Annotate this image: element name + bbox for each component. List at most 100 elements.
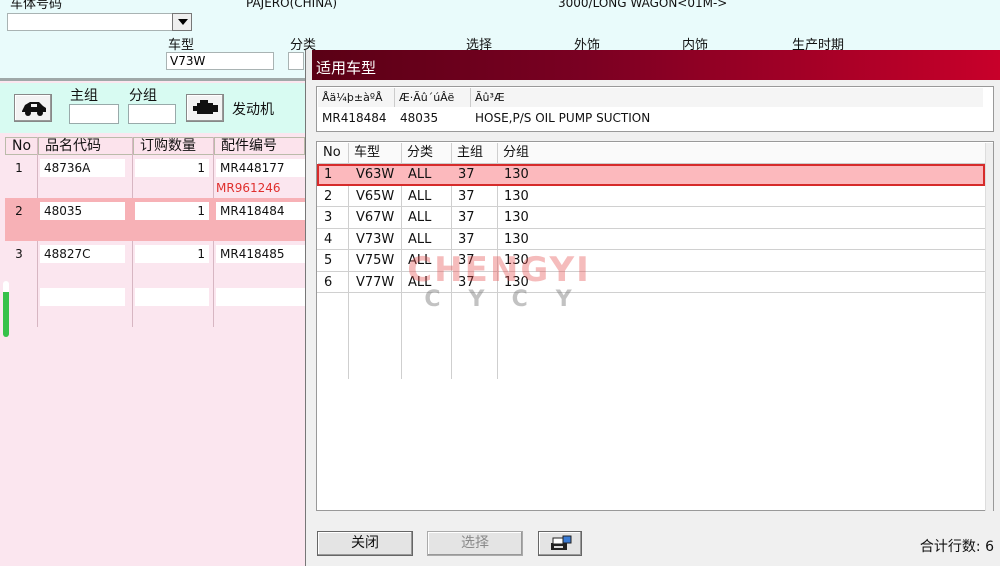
sub-group-cell: 130 <box>504 188 529 204</box>
frame-number-input[interactable] <box>7 13 173 31</box>
main-group-cell: 37 <box>458 274 475 290</box>
category-cell: ALL <box>408 188 432 204</box>
row-number: 4 <box>324 231 333 247</box>
item-code-cell[interactable] <box>40 288 125 306</box>
item-code-value: 48035 <box>400 111 439 125</box>
main-group-cell: 37 <box>458 231 475 247</box>
part-number-cell[interactable]: MR418485 <box>216 245 305 263</box>
part-info-box: Åä¼þ±àºÅ Æ·Ãû´úÂë Ãû³Æ MR418484 48035 HO… <box>316 86 994 132</box>
item-code-cell[interactable]: 48827C <box>40 245 125 263</box>
vehicle-type-input[interactable]: V73W <box>166 52 274 70</box>
col-header-qty: 订购数量 <box>133 137 214 155</box>
category-cell: ALL <box>408 274 432 290</box>
vehicle-type-label: 车型 <box>168 38 195 53</box>
item-code-cell[interactable]: 48736A <box>40 159 125 177</box>
row-count-label: 合计行数: 6 <box>919 539 994 555</box>
dialog-title-bar[interactable]: 适用车型 <box>306 50 1000 80</box>
vehicle-type-cell: V67W <box>356 210 395 225</box>
category-cell: ALL <box>408 167 432 182</box>
part-number-cell[interactable] <box>216 288 305 306</box>
dialog-title: 适用车型 <box>316 59 377 77</box>
col-header-part: 配件编号 <box>214 137 305 155</box>
vehicle-type-cell: V65W <box>356 188 395 204</box>
item-code-cell[interactable]: 48035 <box>40 202 125 220</box>
order-qty-cell[interactable] <box>135 288 209 306</box>
sub-group-cell: 130 <box>504 231 529 247</box>
main-group-cell: 37 <box>458 188 475 204</box>
col-header-vehicle-type: 车型 <box>349 143 402 164</box>
engine-button[interactable] <box>186 94 224 122</box>
sub-group-cell: 130 <box>504 274 529 290</box>
sub-group-cell: 130 <box>504 253 529 268</box>
row-number: 2 <box>15 204 23 218</box>
dialog-body: Åä¼þ±àºÅ Æ·Ãû´úÂë Ãû³Æ MR418484 48035 HO… <box>316 86 994 558</box>
part-number-header: Åä¼þ±àºÅ <box>318 88 395 107</box>
applicable-models-dialog: 适用车型 Åä¼þ±àºÅ Æ·Ãû´úÂë Ãû³Æ MR418484 480… <box>305 50 1000 566</box>
row-number: 3 <box>324 210 333 225</box>
row-number: 3 <box>15 247 23 261</box>
order-qty-cell[interactable]: 1 <box>135 159 209 177</box>
row-number: 5 <box>324 253 333 268</box>
chevron-down-icon <box>178 19 188 25</box>
part-number-value: MR418484 <box>322 111 387 125</box>
main-group-cell: 37 <box>458 210 475 225</box>
vehicle-type-cell: V75W <box>356 253 395 268</box>
order-qty-cell[interactable]: 1 <box>135 202 209 220</box>
alternate-part-number[interactable]: MR961246 <box>216 181 281 195</box>
car-icon <box>22 102 46 116</box>
sub-group-cell: 130 <box>504 210 529 225</box>
part-number-cell[interactable]: MR448177 <box>216 159 305 177</box>
col-header-no: No <box>5 137 38 155</box>
table-row[interactable]: 1 48736A 1 MR448177 MR961246 <box>5 155 305 198</box>
main-group-label: 主组 <box>70 88 98 104</box>
main-group-cell: 37 <box>458 167 475 182</box>
engine-icon <box>193 100 218 114</box>
select-button[interactable]: 选择 <box>427 531 523 556</box>
table-row[interactable]: 5 V75W ALL 37 130 <box>317 250 985 272</box>
vertical-scrollbar[interactable] <box>985 143 993 511</box>
item-code-header: Æ·Ãû´úÂë <box>395 88 471 107</box>
table-row[interactable]: 3 V67W ALL 37 130 <box>317 207 985 229</box>
col-header-no: No <box>318 143 349 164</box>
table-row[interactable]: 4 V73W ALL 37 130 <box>317 229 985 250</box>
vehicle-type-cell: V77W <box>356 274 395 290</box>
main-group-input[interactable] <box>69 104 119 124</box>
engine-label: 发动机 <box>232 102 274 118</box>
close-button[interactable]: 关闭 <box>317 531 413 556</box>
scroll-indicator[interactable] <box>3 281 9 337</box>
sub-group-cell: 130 <box>504 167 529 182</box>
col-header-main-group: 主组 <box>452 143 498 164</box>
row-number: 6 <box>324 274 333 290</box>
frame-number-dropdown-button[interactable] <box>172 13 192 31</box>
order-qty-cell[interactable]: 1 <box>135 245 209 263</box>
category-cell: ALL <box>408 231 432 247</box>
table-row[interactable] <box>5 284 305 327</box>
frame-number-label: 车体号码 <box>10 0 63 12</box>
table-row[interactable]: 6 V77W ALL 37 130 <box>317 272 985 293</box>
table-row[interactable]: 3 48827C 1 MR418485 <box>5 241 305 284</box>
part-number-cell[interactable]: MR418484 <box>216 202 305 220</box>
vehicle-type-cell: V73W <box>356 231 395 247</box>
row-number: 2 <box>324 188 333 204</box>
category-input[interactable] <box>288 52 304 70</box>
col-header-sub-group: 分组 <box>498 143 985 164</box>
table-row-selected[interactable]: 2 48035 1 MR418484 <box>5 198 305 241</box>
table-row-selected[interactable]: 1 V63W ALL 37 130 <box>317 164 985 186</box>
variant-text: 3000/LONG WAGON<01M-> <box>558 0 728 10</box>
sub-group-label: 分组 <box>129 88 157 104</box>
sub-group-input[interactable] <box>128 104 176 124</box>
vehicle-list-table: No 车型 分类 主组 分组 1 V63W ALL 37 130 2 V65W … <box>316 141 994 511</box>
category-cell: ALL <box>408 253 432 268</box>
row-number: 1 <box>15 161 23 175</box>
main-group-cell: 37 <box>458 253 475 268</box>
part-name-header: Ãû³Æ <box>471 88 983 107</box>
model-text: PAJERO(CHINA) <box>246 0 338 10</box>
parts-toolbar: 主组 分组 发动机 <box>0 83 305 133</box>
category-cell: ALL <box>408 210 432 225</box>
table-row[interactable]: 2 V65W ALL 37 130 <box>317 186 985 207</box>
vehicle-button[interactable] <box>14 94 52 122</box>
print-button[interactable] <box>538 531 582 556</box>
printer-icon <box>551 535 572 550</box>
col-header-category: 分类 <box>402 143 452 164</box>
col-header-code: 品名代码 <box>38 137 133 155</box>
